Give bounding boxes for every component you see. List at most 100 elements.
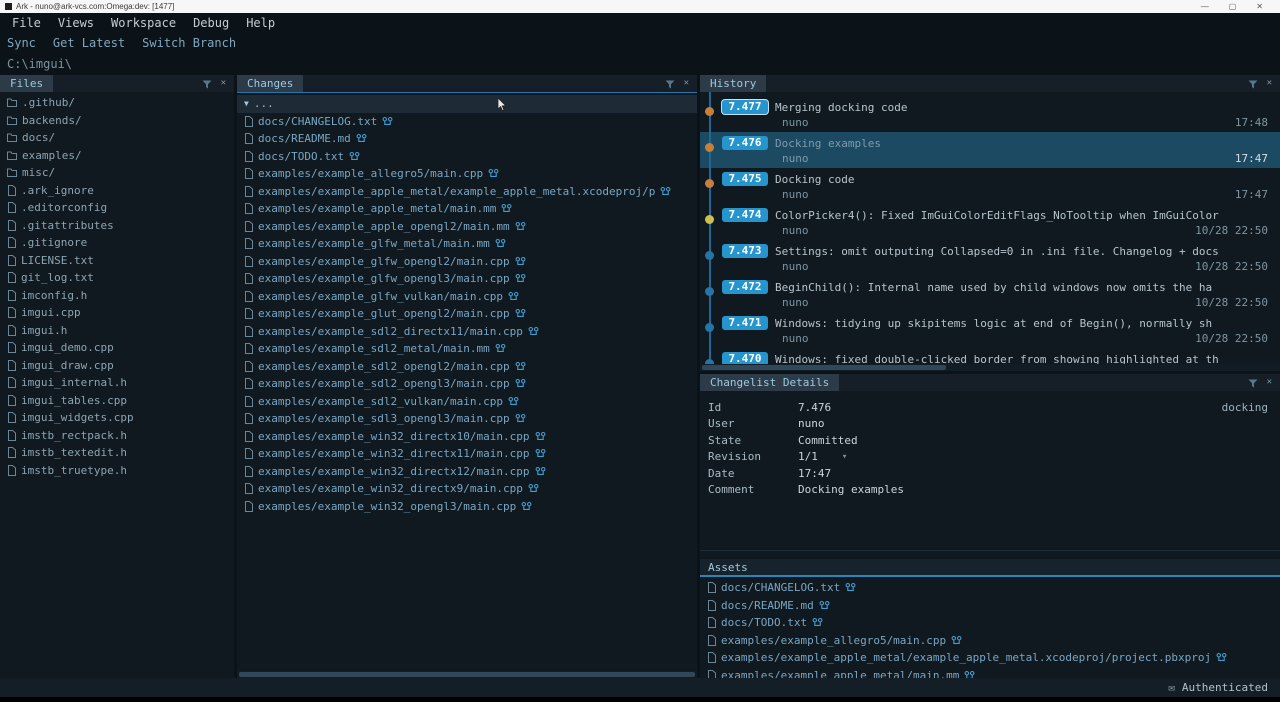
file-tree-item[interactable]: misc/ <box>0 164 234 182</box>
file-tree-item[interactable]: .gitattributes <box>0 217 234 235</box>
menu-debug[interactable]: Debug <box>193 16 229 30</box>
file-tree-item[interactable]: imgui_demo.cpp <box>0 339 234 357</box>
file-tree-item[interactable]: .editorconfig <box>0 199 234 217</box>
file-tree-item[interactable]: LICENSE.txt <box>0 252 234 270</box>
file-icon <box>244 431 253 442</box>
file-tree-item[interactable]: .github/ <box>0 94 234 112</box>
history-commit-row[interactable]: 7.470Windows: fixed double-clicked borde… <box>700 348 1280 364</box>
close-panel-icon[interactable]: ✕ <box>1267 79 1272 88</box>
close-panel-icon[interactable]: ✕ <box>684 79 689 88</box>
file-name: .editorconfig <box>21 201 107 214</box>
history-commit-row[interactable]: 7.476Docking examplesnuno17:47 <box>700 132 1280 168</box>
changed-file-row[interactable]: examples/example_allegro5/main.cpp <box>237 165 697 183</box>
changed-file-row[interactable]: examples/example_sdl2_metal/main.mm <box>237 340 697 358</box>
changed-file-row[interactable]: examples/example_apple_opengl2/main.mm <box>237 218 697 236</box>
changed-file-row[interactable]: examples/example_glfw_opengl2/main.cpp <box>237 253 697 271</box>
history-hscrollbar[interactable] <box>700 364 1280 371</box>
file-tree-item[interactable]: .ark_ignore <box>0 182 234 200</box>
file-tree-item[interactable]: backends/ <box>0 112 234 130</box>
filter-icon[interactable] <box>1248 374 1258 392</box>
asset-row[interactable]: examples/example_apple_metal/example_app… <box>700 649 1280 667</box>
minimize-icon[interactable]: — <box>1201 2 1209 11</box>
file-tree-item[interactable]: .gitignore <box>0 234 234 252</box>
close-panel-icon[interactable]: ✕ <box>221 79 226 88</box>
history-commit-row[interactable]: 7.471Windows: tidying up skipitems logic… <box>700 312 1280 348</box>
asset-row[interactable]: examples/example_apple_metal/main.mm <box>700 667 1280 679</box>
comment-text[interactable]: Docking examples <box>798 483 904 496</box>
tab-history[interactable]: History <box>700 75 766 92</box>
changed-file-row[interactable]: examples/example_win32_directx10/main.cp… <box>237 428 697 446</box>
commit-user: nuno <box>782 116 809 129</box>
file-tree-item[interactable]: imgui.cpp <box>0 304 234 322</box>
changed-file-row[interactable]: examples/example_apple_metal/main.mm <box>237 200 697 218</box>
changeset-badge: 7.477 <box>722 100 768 114</box>
asset-row[interactable]: examples/example_allegro5/main.cpp <box>700 632 1280 650</box>
pending-checkin-icon <box>528 483 539 494</box>
file-tree-item[interactable]: imgui_internal.h <box>0 374 234 392</box>
file-tree-item[interactable]: imstb_rectpack.h <box>0 427 234 445</box>
file-tree-item[interactable]: imgui_widgets.cpp <box>0 409 234 427</box>
revision-dropdown-icon[interactable]: ▾ <box>842 452 847 462</box>
changes-panel: Changes ✕ ▼ ... docs/CHANGELOG.txtdocs/R… <box>237 75 697 678</box>
history-commit-row[interactable]: 7.472BeginChild(): Internal name used by… <box>700 276 1280 312</box>
changed-file-row[interactable]: docs/README.md <box>237 130 697 148</box>
file-tree-item[interactable]: imstb_truetype.h <box>0 462 234 480</box>
file-tree-item[interactable]: imgui.h <box>0 322 234 340</box>
changed-file-row[interactable]: examples/example_sdl2_opengl3/main.cpp <box>237 375 697 393</box>
menu-file[interactable]: File <box>12 16 41 30</box>
tab-changelist-details[interactable]: Changelist Details <box>700 374 839 391</box>
close-panel-icon[interactable]: ✕ <box>1267 378 1272 387</box>
history-commit-row[interactable]: 7.474ColorPicker4(): Fixed ImGuiColorEdi… <box>700 204 1280 240</box>
changed-file-row[interactable]: examples/example_sdl3_opengl3/main.cpp <box>237 410 697 428</box>
expander-icon[interactable]: ▼ <box>244 99 249 108</box>
history-commit-row[interactable]: 7.475Docking codenuno17:47 <box>700 168 1280 204</box>
changed-file-row[interactable]: examples/example_sdl2_opengl2/main.cpp <box>237 358 697 376</box>
history-commit-row[interactable]: 7.473Settings: omit outputing Collapsed=… <box>700 240 1280 276</box>
filter-icon[interactable] <box>1248 74 1258 93</box>
file-tree-item[interactable]: imgui_tables.cpp <box>0 392 234 410</box>
changed-file-row[interactable]: examples/example_win32_directx9/main.cpp <box>237 480 697 498</box>
file-tree-item[interactable]: examples/ <box>0 147 234 165</box>
changed-file-row[interactable]: docs/TODO.txt <box>237 148 697 166</box>
changed-file-row[interactable]: examples/example_glfw_vulkan/main.cpp <box>237 288 697 306</box>
asset-row[interactable]: docs/README.md <box>700 597 1280 615</box>
changed-file-row[interactable]: examples/example_sdl2_vulkan/main.cpp <box>237 393 697 411</box>
menu-help[interactable]: Help <box>246 16 275 30</box>
changed-file-row[interactable]: examples/example_win32_opengl3/main.cpp <box>237 498 697 516</box>
pending-checkin-icon <box>382 116 393 127</box>
file-tree-item[interactable]: docs/ <box>0 129 234 147</box>
changes-hscrollbar[interactable] <box>237 671 697 678</box>
commit-body: 7.471Windows: tidying up skipitems logic… <box>722 315 1268 348</box>
filter-icon[interactable] <box>202 74 212 93</box>
sync-button[interactable]: Sync <box>7 36 36 50</box>
pending-checkin-icon <box>515 308 526 319</box>
changed-file-row[interactable]: examples/example_apple_metal/example_app… <box>237 183 697 201</box>
file-tree-item[interactable]: imconfig.h <box>0 287 234 305</box>
filter-icon[interactable] <box>665 74 675 93</box>
changed-file-row[interactable]: examples/example_win32_directx12/main.cp… <box>237 463 697 481</box>
history-commit-row[interactable]: 7.477Merging docking codenuno17:48 <box>700 96 1280 132</box>
close-icon[interactable]: ✕ <box>1256 2 1263 11</box>
asset-row[interactable]: docs/TODO.txt <box>700 614 1280 632</box>
file-tree-item[interactable]: imstb_textedit.h <box>0 444 234 462</box>
tab-changes[interactable]: Changes <box>237 75 303 92</box>
maximize-icon[interactable]: ▢ <box>1229 2 1237 11</box>
changed-file-row[interactable]: docs/CHANGELOG.txt <box>237 113 697 131</box>
changed-file-row[interactable]: examples/example_glut_opengl2/main.cpp <box>237 305 697 323</box>
file-tree-item[interactable]: git_log.txt <box>0 269 234 287</box>
menu-views[interactable]: Views <box>58 16 94 30</box>
menu-workspace[interactable]: Workspace <box>111 16 176 30</box>
comment-area[interactable] <box>700 501 1280 551</box>
commit-message: BeginChild(): Internal name used by chil… <box>775 281 1268 294</box>
changed-file-row[interactable]: examples/example_glfw_opengl3/main.cpp <box>237 270 697 288</box>
asset-row[interactable]: docs/CHANGELOG.txt <box>700 579 1280 597</box>
get-latest-button[interactable]: Get Latest <box>53 36 125 50</box>
changed-file-row[interactable]: examples/example_sdl2_directx11/main.cpp <box>237 323 697 341</box>
changes-root-row[interactable]: ▼ ... <box>237 95 697 113</box>
file-tree-item[interactable]: imgui_draw.cpp <box>0 357 234 375</box>
changed-file-row[interactable]: examples/example_glfw_metal/main.mm <box>237 235 697 253</box>
tab-files[interactable]: Files <box>0 75 53 92</box>
changed-file-row[interactable]: examples/example_win32_directx11/main.cp… <box>237 445 697 463</box>
changes-list: ▼ ... docs/CHANGELOG.txtdocs/README.mddo… <box>237 92 697 671</box>
switch-branch-button[interactable]: Switch Branch <box>142 36 236 50</box>
